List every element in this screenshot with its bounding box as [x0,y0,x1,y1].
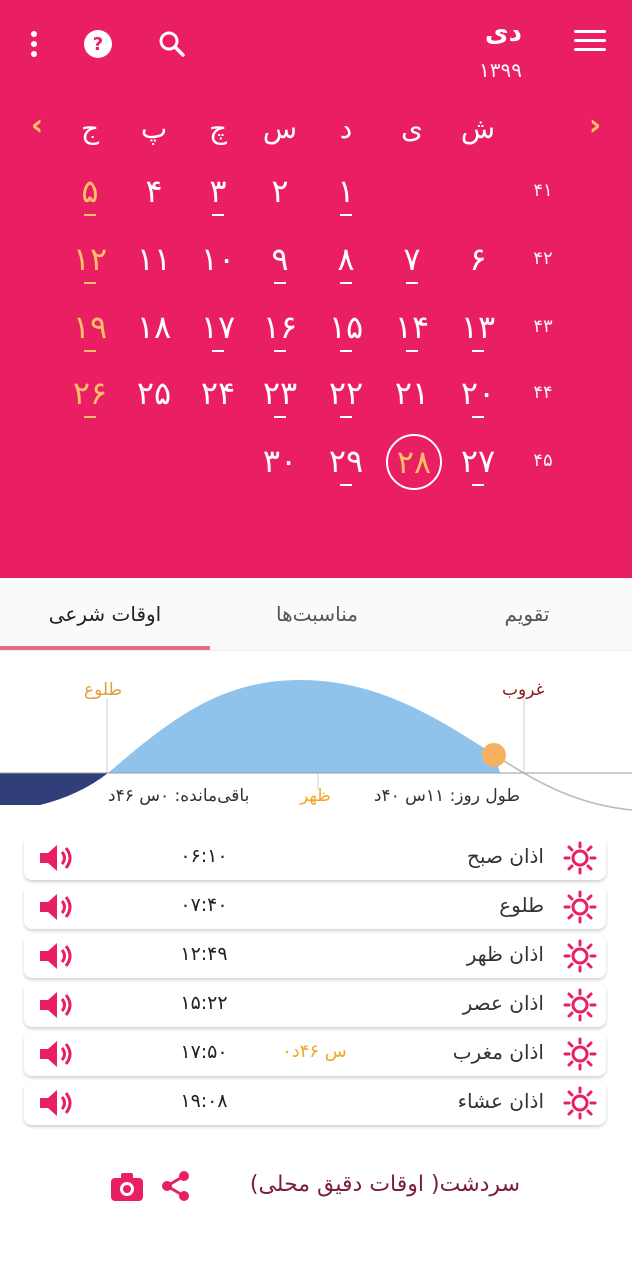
tab-events[interactable]: مناسبت‌ها [212,578,422,650]
prayer-time: ۰۶:۱۰ [180,845,228,867]
help-icon[interactable]: ? [76,22,120,66]
calendar-day-today[interactable]: ۲۸ [386,434,442,490]
calendar-day[interactable]: ۲۲ [316,366,376,420]
tab-bar: تقویم مناسبت‌ها اوقات شرعی [0,578,632,651]
week-number: ۴۵ [533,450,553,471]
prayer-name: اذان عشاء [457,1089,544,1113]
sun-path-chart: طلوع غروب ظهر طول روز: ۱۱س ۴۰د باقی‌ماند… [0,650,632,820]
calendar-day[interactable]: ۱۷ [188,300,248,354]
calendar-day[interactable]: ۳ [188,164,248,218]
prayer-sun-icon [562,1036,598,1072]
speaker-icon[interactable] [38,1038,76,1070]
camera-icon[interactable] [110,1172,144,1202]
menu-icon[interactable] [574,30,606,54]
prayer-sun-icon [562,938,598,974]
prayer-sun-icon [562,987,598,1023]
prayer-row[interactable]: اذان صبح ۰۶:۱۰ [24,836,606,880]
prayer-row[interactable]: طلوع ۰۷:۴۰ [24,885,606,929]
prayer-sun-icon [562,840,598,876]
speaker-icon[interactable] [38,891,76,923]
calendar-day[interactable]: ۳۰ [250,434,310,488]
noon-label: ظهر [300,786,331,806]
week-number: ۴۲ [533,248,553,269]
prayer-time: ۰۷:۴۰ [180,894,228,916]
prayer-row[interactable]: اذان ظهر ۱۲:۴۹ [24,934,606,978]
calendar-header: دی ۱۳۹۹ ? › ‹ ش ی د س چ پ ج ۴۱ ۱ ۲ ۳ ۴ ۵ ۴۲ ۶ ۷ ۸… [0,0,632,578]
calendar-day[interactable]: ۲۷ [448,434,508,488]
sunset-label: غروب [502,680,545,700]
calendar-day[interactable]: ۲۴ [188,366,248,420]
weekday-label: د [339,112,353,145]
more-options-icon[interactable] [12,22,56,66]
calendar-day[interactable]: ۴ [124,164,184,218]
calendar-day[interactable]: ۱۵ [316,300,376,354]
calendar-day[interactable]: ۲ [250,164,310,218]
week-number: ۴۴ [533,382,553,403]
weekday-label: س [262,112,298,145]
svg-text:?: ? [93,34,103,55]
speaker-icon[interactable] [38,1087,76,1119]
prayer-row[interactable]: اذان عصر ۱۵:۲۲ [24,983,606,1027]
time-remaining: باقی‌مانده: ۰س ۴۶د [108,786,250,806]
calendar-day[interactable]: ۱۰ [188,232,248,286]
speaker-icon[interactable] [38,989,76,1021]
sun-position-icon [482,743,506,767]
calendar-day[interactable]: ۱۸ [124,300,184,354]
calendar-day[interactable]: ۱۹ [60,300,120,354]
location-label[interactable]: سردشت( اوقات دقیق محلی) [250,1172,520,1197]
prayer-name: اذان ظهر [466,942,544,966]
search-icon[interactable] [150,22,194,66]
year-title: ۱۳۹۹ [479,58,522,82]
prayer-sun-icon [562,1085,598,1121]
month-title[interactable]: دی [485,18,522,48]
prayer-name: اذان صبح [467,844,544,868]
calendar-day[interactable]: ۵ [60,164,120,218]
calendar-day[interactable]: ۱۶ [250,300,310,354]
calendar-day[interactable]: ۲۰ [448,366,508,420]
calendar-day[interactable]: ۲۵ [124,366,184,420]
speaker-icon[interactable] [38,940,76,972]
sunrise-label: طلوع [84,680,123,700]
calendar-day[interactable]: ۲۱ [382,366,442,420]
prayer-name: طلوع [499,893,544,917]
prayer-row[interactable]: اذان مغرب ۰س ۴۶د ۱۷:۵۰ [24,1032,606,1076]
day-length: طول روز: ۱۱س ۴۰د [373,786,520,806]
calendar-day[interactable]: ۱۲ [60,232,120,286]
weekday-label: ی [401,112,423,145]
prayer-remaining: ۰س ۴۶د [282,1041,347,1062]
speaker-icon[interactable] [38,842,76,874]
prayer-name: اذان مغرب [452,1040,544,1064]
prayer-row[interactable]: اذان عشاء ۱۹:۰۸ [24,1081,606,1125]
prayer-name: اذان عصر [462,991,544,1015]
calendar-day[interactable]: ۹ [250,232,310,286]
next-month-arrow[interactable]: › [580,108,610,143]
prayer-sun-icon [562,889,598,925]
week-number: ۴۱ [533,180,553,201]
weekday-label: پ [140,112,168,145]
calendar-day[interactable]: ۱۳ [448,300,508,354]
prayer-time: ۱۲:۴۹ [180,943,228,965]
calendar-day[interactable]: ۱۴ [382,300,442,354]
weekday-label: چ [208,112,228,145]
prayer-time: ۱۵:۲۲ [180,992,228,1014]
calendar-day[interactable]: ۶ [448,232,508,286]
calendar-day[interactable]: ۲۹ [316,434,376,488]
daylight-area [108,680,500,773]
share-icon[interactable] [160,1170,192,1202]
prayer-time: ۱۷:۵۰ [180,1041,228,1063]
calendar-day[interactable]: ۱ [316,164,376,218]
tab-calendar[interactable]: تقویم [422,578,632,650]
night-area [0,773,108,805]
week-number: ۴۳ [533,316,553,337]
calendar-day[interactable]: ۲۶ [60,366,120,420]
calendar-day[interactable]: ۷ [382,232,442,286]
calendar-day[interactable]: ۸ [316,232,376,286]
prayer-time: ۱۹:۰۸ [180,1090,228,1112]
calendar-day[interactable]: ۱۱ [124,232,184,286]
prev-month-arrow[interactable]: ‹ [22,108,52,143]
calendar-day[interactable]: ۲۳ [250,366,310,420]
weekday-label: ج [80,112,100,145]
tab-prayer-times[interactable]: اوقات شرعی [0,578,210,650]
weekday-label: ش [460,112,496,145]
